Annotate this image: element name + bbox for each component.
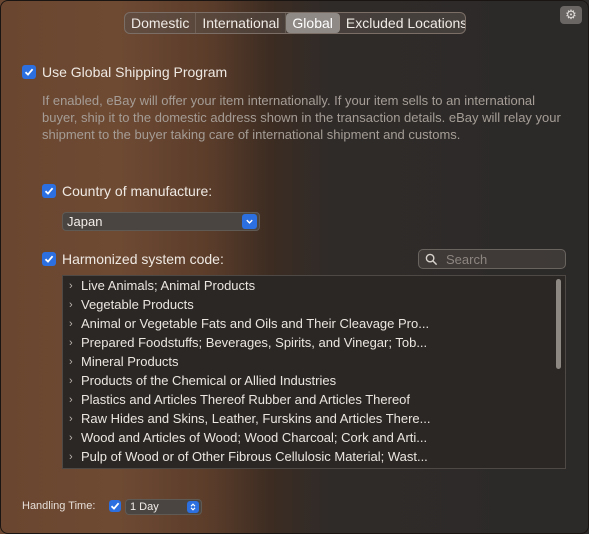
handling-time-checkbox[interactable] <box>109 500 121 512</box>
tab-domestic[interactable]: Domestic <box>125 13 197 33</box>
chevron-right-icon[interactable]: › <box>69 413 81 425</box>
checkmark-icon <box>44 187 54 195</box>
list-item[interactable]: › Plastics and Articles Thereof Rubber an… <box>63 390 565 409</box>
tab-international[interactable]: International <box>196 13 287 33</box>
search-input[interactable] <box>444 250 558 268</box>
list-item-label: Plastics and Articles Thereof Rubber and… <box>81 392 411 407</box>
chevron-updown-icon <box>187 501 199 513</box>
chevron-right-icon[interactable]: › <box>69 318 81 330</box>
hs-code-label: Harmonized system code: <box>62 251 224 267</box>
hs-code-list[interactable]: › Live Animals; Animal Products › Vegetable… <box>62 275 566 469</box>
list-item-label: Vegetable Products <box>81 297 194 312</box>
chevron-right-icon[interactable]: › <box>69 280 81 292</box>
list-scrollbar[interactable] <box>556 279 561 369</box>
chevron-right-icon[interactable]: › <box>69 394 81 406</box>
chevron-down-icon <box>242 214 257 229</box>
chevron-right-icon[interactable]: › <box>69 337 81 349</box>
chevron-right-icon[interactable]: › <box>69 451 81 463</box>
global-shipping-description: If enabled, eBay will offer your item in… <box>42 93 561 142</box>
tab-bar: Domestic International Global Excluded L… <box>124 12 466 34</box>
chevron-right-icon[interactable]: › <box>69 432 81 444</box>
list-item[interactable]: › Live Animals; Animal Products <box>63 276 565 295</box>
search-icon <box>425 253 438 265</box>
list-item[interactable]: › Prepared Foodstuffs; Beverages, Spirits… <box>63 333 565 352</box>
chevron-right-icon[interactable]: › <box>69 299 81 311</box>
checkmark-icon <box>24 68 34 76</box>
handling-time-select[interactable]: 1 Day <box>125 499 202 515</box>
search-field[interactable] <box>418 249 566 269</box>
list-item[interactable]: › Raw Hides and Skins, Leather, Furskins … <box>63 409 565 428</box>
gear-icon[interactable]: ⚙ <box>560 6 582 24</box>
list-item[interactable]: › Vegetable Products <box>63 295 565 314</box>
tab-excluded-locations[interactable]: Excluded Locations <box>340 13 465 33</box>
list-item-label: Prepared Foodstuffs; Beverages, Spirits,… <box>81 335 428 350</box>
list-item-label: Raw Hides and Skins, Leather, Furskins a… <box>81 411 431 426</box>
checkmark-icon <box>110 502 120 510</box>
country-select[interactable]: Japan <box>62 212 260 231</box>
handling-time-label: Handling Time: <box>22 500 96 512</box>
checkmark-icon <box>44 255 54 263</box>
list-item[interactable]: › Pulp of Wood or of Other Fibrous Cellul… <box>63 447 565 466</box>
list-item-label: Mineral Products <box>81 354 179 369</box>
country-checkbox[interactable] <box>42 184 56 198</box>
list-item-label: Pulp of Wood or of Other Fibrous Cellulo… <box>81 449 428 464</box>
list-item[interactable]: › Animal or Vegetable Fats and Oils and T… <box>63 314 565 333</box>
list-item[interactable]: › Wood and Articles of Wood; Wood Charcoa… <box>63 428 565 447</box>
country-label: Country of manufacture: <box>62 183 213 199</box>
list-item-label: Wood and Articles of Wood; Wood Charcoal… <box>81 430 428 445</box>
chevron-right-icon[interactable]: › <box>69 356 81 368</box>
country-value: Japan <box>67 214 103 229</box>
list-item-label: Live Animals; Animal Products <box>81 278 256 293</box>
tab-global[interactable]: Global <box>286 13 340 33</box>
global-shipping-label: Use Global Shipping Program <box>42 64 228 80</box>
list-item-label: Animal or Vegetable Fats and Oils and Th… <box>81 316 430 331</box>
list-item[interactable]: › Mineral Products <box>63 352 565 371</box>
handling-time-value: 1 Day <box>130 501 159 513</box>
chevron-right-icon[interactable]: › <box>69 375 81 387</box>
list-item[interactable]: › Products of the Chemical or Allied Indu… <box>63 371 565 390</box>
list-item-label: Products of the Chemical or Allied Indus… <box>81 373 337 388</box>
hs-code-checkbox[interactable] <box>42 252 56 266</box>
global-shipping-checkbox[interactable] <box>22 65 36 79</box>
